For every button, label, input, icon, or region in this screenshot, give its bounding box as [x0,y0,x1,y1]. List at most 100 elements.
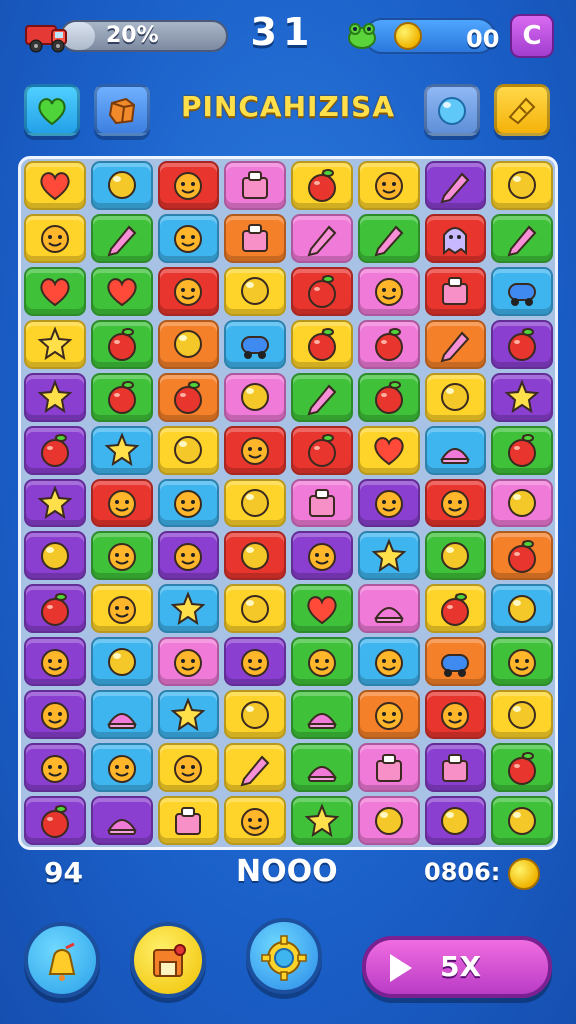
bell-button[interactable] [24,922,100,998]
board-tile[interactable] [90,531,153,581]
board-tile[interactable] [291,743,353,793]
board-tile[interactable] [157,637,220,687]
board-tile[interactable] [224,478,286,528]
board-tile[interactable] [291,319,353,369]
board-tile[interactable] [357,266,420,316]
board-tile[interactable] [224,372,286,422]
board-tile[interactable] [291,584,353,634]
board-tile[interactable] [491,372,553,422]
board-tile[interactable] [491,690,553,740]
board-tile[interactable] [357,372,420,422]
board-tile[interactable] [357,637,420,687]
board-tile[interactable] [491,796,553,845]
board-tile[interactable] [224,637,286,687]
board-tile[interactable] [424,531,487,581]
board-tile[interactable] [90,743,153,793]
board-tile[interactable] [90,213,153,263]
board-tile[interactable] [424,319,487,369]
board-tile[interactable] [291,531,353,581]
board-tile[interactable] [357,796,420,845]
board-tile[interactable] [157,584,220,634]
board-tile[interactable] [157,531,220,581]
board-tile[interactable] [157,161,220,210]
board-tile[interactable] [291,637,353,687]
board-tile[interactable] [291,213,353,263]
heart-button[interactable] [24,84,80,136]
board-tile[interactable] [291,478,353,528]
board-tile[interactable] [291,161,353,210]
board-tile[interactable] [157,690,220,740]
board-tile[interactable] [291,425,353,475]
board-tile[interactable] [157,425,220,475]
board-tile[interactable] [224,319,286,369]
board-tile[interactable] [24,478,86,528]
board-tile[interactable] [224,425,286,475]
board-tile[interactable] [157,743,220,793]
board-tile[interactable] [424,478,487,528]
board-tile[interactable] [424,425,487,475]
board-tile[interactable] [357,531,420,581]
board-tile[interactable] [424,637,487,687]
board-tile[interactable] [157,372,220,422]
board-tile[interactable] [90,266,153,316]
board-tile[interactable] [491,425,553,475]
board-tile[interactable] [157,478,220,528]
board-tile[interactable] [24,531,86,581]
board-tile[interactable] [357,319,420,369]
board-tile[interactable] [424,584,487,634]
board-tile[interactable] [491,637,553,687]
board-tile[interactable] [224,743,286,793]
board-tile[interactable] [90,690,153,740]
board-tile[interactable] [224,531,286,581]
ticket-button[interactable] [494,84,550,136]
board-tile[interactable] [424,161,487,210]
board-tile[interactable] [90,161,153,210]
board-tile[interactable] [24,425,86,475]
board-tile[interactable] [157,796,220,845]
board-tile[interactable] [90,584,153,634]
board-tile[interactable] [357,690,420,740]
board-tile[interactable] [491,319,553,369]
board-tile[interactable] [357,425,420,475]
board-tile[interactable] [491,584,553,634]
board-tile[interactable] [357,213,420,263]
board-tile[interactable] [491,266,553,316]
board-tile[interactable] [224,584,286,634]
board-tile[interactable] [224,266,286,316]
board-tile[interactable] [157,266,220,316]
board-tile[interactable] [24,690,86,740]
board-tile[interactable] [24,213,86,263]
shop-button[interactable] [130,922,206,998]
board-tile[interactable] [424,372,487,422]
board-tile[interactable] [491,213,553,263]
board-tile[interactable] [24,319,86,369]
board-tile[interactable] [24,637,86,687]
board-tile[interactable] [291,690,353,740]
board-tile[interactable] [424,796,487,845]
board-tile[interactable] [90,796,153,845]
board-tile[interactable] [90,372,153,422]
board-tile[interactable] [291,266,353,316]
board-tile[interactable] [291,372,353,422]
board-tile[interactable] [357,743,420,793]
gear-button[interactable] [246,918,322,994]
board-tile[interactable] [157,319,220,369]
board-tile[interactable] [24,796,86,845]
board-tile[interactable] [157,213,220,263]
crate-button[interactable] [94,84,150,136]
board-tile[interactable] [424,213,487,263]
board-tile[interactable] [224,690,286,740]
board-tile[interactable] [90,637,153,687]
board-tile[interactable] [90,319,153,369]
board-tile[interactable] [491,161,553,210]
board-tile[interactable] [357,161,420,210]
menu-button[interactable]: C [510,14,554,58]
board-tile[interactable] [424,690,487,740]
board-tile[interactable] [357,584,420,634]
board-tile[interactable] [491,478,553,528]
board-tile[interactable] [491,531,553,581]
board-tile[interactable] [424,266,487,316]
board-tile[interactable] [224,161,286,210]
board-tile[interactable] [24,161,86,210]
board-tile[interactable] [24,266,86,316]
